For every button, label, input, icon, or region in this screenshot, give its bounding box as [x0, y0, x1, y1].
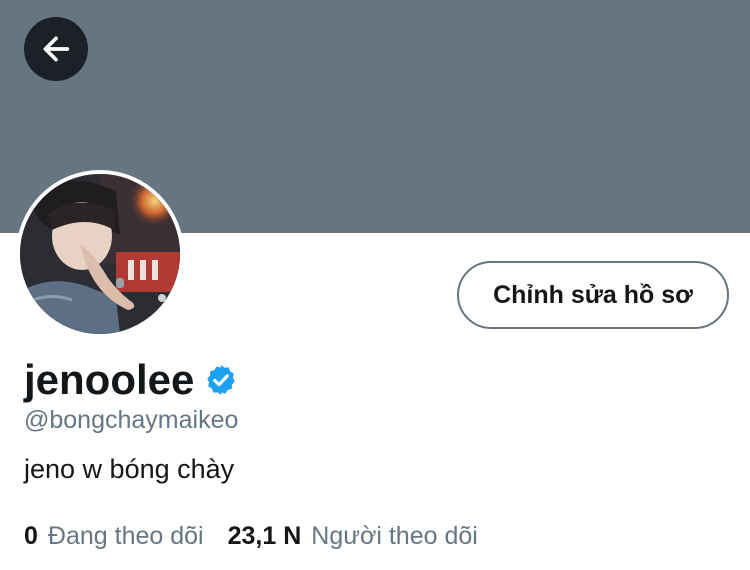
edit-profile-label: Chỉnh sửa hồ sơ [493, 280, 693, 309]
name-row: jenoolee [24, 354, 238, 406]
back-button[interactable] [24, 17, 88, 81]
followers-link[interactable]: 23,1 N Người theo dõi [228, 518, 478, 554]
username-handle: @bongchaymaikeo [24, 406, 239, 434]
following-label: Đang theo dõi [47, 522, 204, 550]
profile-bio: jeno w bóng chày [24, 454, 235, 484]
avatar[interactable] [20, 174, 180, 334]
edit-profile-button[interactable]: Chỉnh sửa hồ sơ [457, 261, 729, 329]
followers-label: Người theo dõi [311, 522, 478, 550]
profile-page: Chỉnh sửa hồ sơ jenoolee @bongchaymaikeo… [0, 0, 750, 570]
avatar-photo [20, 174, 180, 334]
arrow-left-icon [43, 36, 70, 62]
follow-stats: 0 Đang theo dõi 23,1 N Người theo dõi [24, 518, 502, 554]
display-name: jenoolee [24, 356, 195, 403]
following-count: 0 [24, 522, 38, 550]
followers-count: 23,1 N [227, 522, 302, 550]
following-link[interactable]: 0 Đang theo dõi [24, 518, 204, 554]
verified-badge-icon [207, 365, 236, 395]
